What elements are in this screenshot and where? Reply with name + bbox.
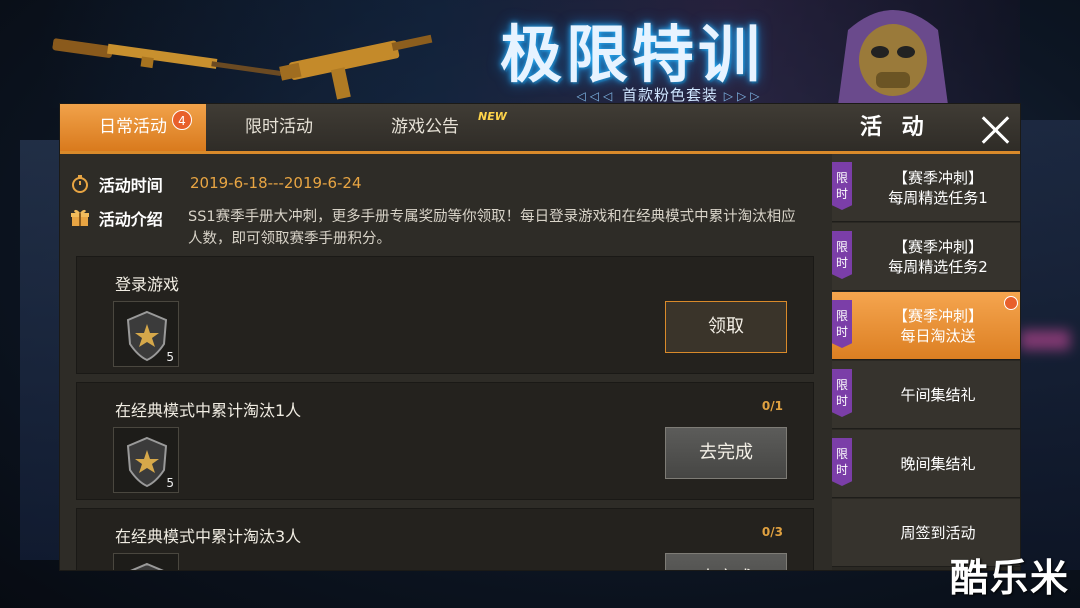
activity-intro-label: 活动介绍 [98,210,163,229]
task-progress: 0/1 [761,399,783,413]
banner-subtitle-text: 首款粉色套装 [621,86,718,104]
task-list[interactable]: 登录游戏 5 领取 在经典模式中累计淘汰1人 0/1 5 去完成 在经典模式中累… [76,256,814,570]
task-title: 在经典模式中累计淘汰1人 [115,401,302,420]
activity-side-list[interactable]: 限时 【赛季冲刺】 每周精选任务1 限时 【赛季冲刺】 每周精选任务2 限时 【… [832,154,1020,570]
golden-smg-icon [279,34,433,100]
side-item-line1: 午间集结礼 [900,386,976,404]
close-button[interactable] [978,112,1014,148]
activity-intro-text: SS1赛季手册大冲刺，更多手册专属奖励等你领取！每日登录游戏和在经典模式中累计淘… [188,209,796,247]
side-item-text: 晚间集结礼 [856,430,1020,498]
side-item-line2: 每周精选任务1 [888,189,988,207]
claim-button[interactable]: 领取 [665,301,787,353]
star-badge-icon [130,562,164,570]
task-row: 在经典模式中累计淘汰3人 0/3 5 去完成 [76,508,814,570]
reward-item[interactable]: 5 [113,301,179,367]
side-item-text: 【赛季冲刺】 每周精选任务1 [856,154,1020,222]
new-tag: NEW [478,110,507,123]
task-row: 在经典模式中累计淘汰1人 0/1 5 去完成 [76,382,814,500]
tab-game-announcement[interactable]: 游戏公告 [352,104,498,151]
task-row: 登录游戏 5 领取 [76,256,814,374]
tab-label: 游戏公告 [391,117,459,137]
side-item-line2: 每周精选任务2 [888,258,988,276]
side-item-daily-elimination[interactable]: 限时 【赛季冲刺】 每日淘汰送 [832,292,1020,360]
side-item-line1: 周签到活动 [900,524,976,542]
gift-icon [71,209,89,226]
side-item-line2: 每日淘汰送 [900,327,976,345]
side-item-text: 【赛季冲刺】 每周精选任务2 [856,223,1020,291]
stopwatch-icon [72,175,88,193]
side-item-noon-gathering[interactable]: 限时 午间集结礼 [832,361,1020,429]
limited-tag: 限时 [832,231,852,279]
notification-badge: 4 [172,110,192,130]
tab-bar: 日常活动 4 限时活动 游戏公告 NEW 活 动 [60,104,1020,154]
reward-count: 5 [166,476,174,490]
side-item-weekly-task-2[interactable]: 限时 【赛季冲刺】 每周精选任务2 [832,223,1020,291]
tab-limited-activity[interactable]: 限时活动 [206,104,352,151]
go-complete-button[interactable]: 去完成 [665,553,787,570]
banner-subtitle: ◁◁◁ 首款粉色套装 ▷▷▷ [520,84,820,105]
task-progress: 0/3 [761,525,783,539]
event-banner[interactable]: 极限特训 ◁◁◁ 首款粉色套装 ▷▷▷ [40,0,1020,108]
side-item-line1: 晚间集结礼 [900,455,976,473]
notification-dot [1004,296,1018,310]
right-arrows-icon: ▷▷▷ [723,89,764,103]
masked-soldier-icon [838,10,948,105]
side-item-text: 午间集结礼 [856,361,1020,429]
side-item-line1: 【赛季冲刺】 [892,169,983,187]
tab-label: 限时活动 [245,117,313,137]
activity-time-label: 活动时间 [98,176,163,195]
limited-tag: 限时 [832,438,852,486]
side-item-text: 【赛季冲刺】 每日淘汰送 [856,292,1020,360]
activity-panel: 日常活动 4 限时活动 游戏公告 NEW 活 动 活动时间 2019-6-18-… [60,104,1020,570]
reward-count: 5 [166,350,174,364]
task-title: 在经典模式中累计淘汰3人 [115,527,302,546]
side-item-evening-gathering[interactable]: 限时 晚间集结礼 [832,430,1020,498]
side-item-line1: 【赛季冲刺】 [892,307,983,325]
panel-title: 活 动 [860,115,930,140]
activity-intro-row: 活动介绍 [70,206,163,230]
watermark-logo: 酷乐米 [949,556,1070,600]
activity-time-row: 活动时间 [70,172,163,196]
banner-title: 极限特训 [500,18,765,91]
reward-item[interactable]: 5 [113,427,179,493]
limited-tag: 限时 [832,300,852,348]
reward-item[interactable]: 5 [113,553,179,570]
bg-neon-sign [1020,330,1070,350]
tab-label: 日常活动 [99,117,167,137]
side-item-line1: 【赛季冲刺】 [892,238,983,256]
tab-daily-activity[interactable]: 日常活动 4 [60,104,206,151]
limited-tag: 限时 [832,369,852,417]
go-complete-button[interactable]: 去完成 [665,427,787,479]
activity-time-value: 2019-6-18---2019-6-24 [190,174,362,192]
left-arrows-icon: ◁◁◁ [576,89,617,103]
limited-tag: 限时 [832,162,852,210]
golden-rifle-icon [52,38,282,76]
task-title: 登录游戏 [115,275,180,294]
side-item-weekly-task-1[interactable]: 限时 【赛季冲刺】 每周精选任务1 [832,154,1020,222]
